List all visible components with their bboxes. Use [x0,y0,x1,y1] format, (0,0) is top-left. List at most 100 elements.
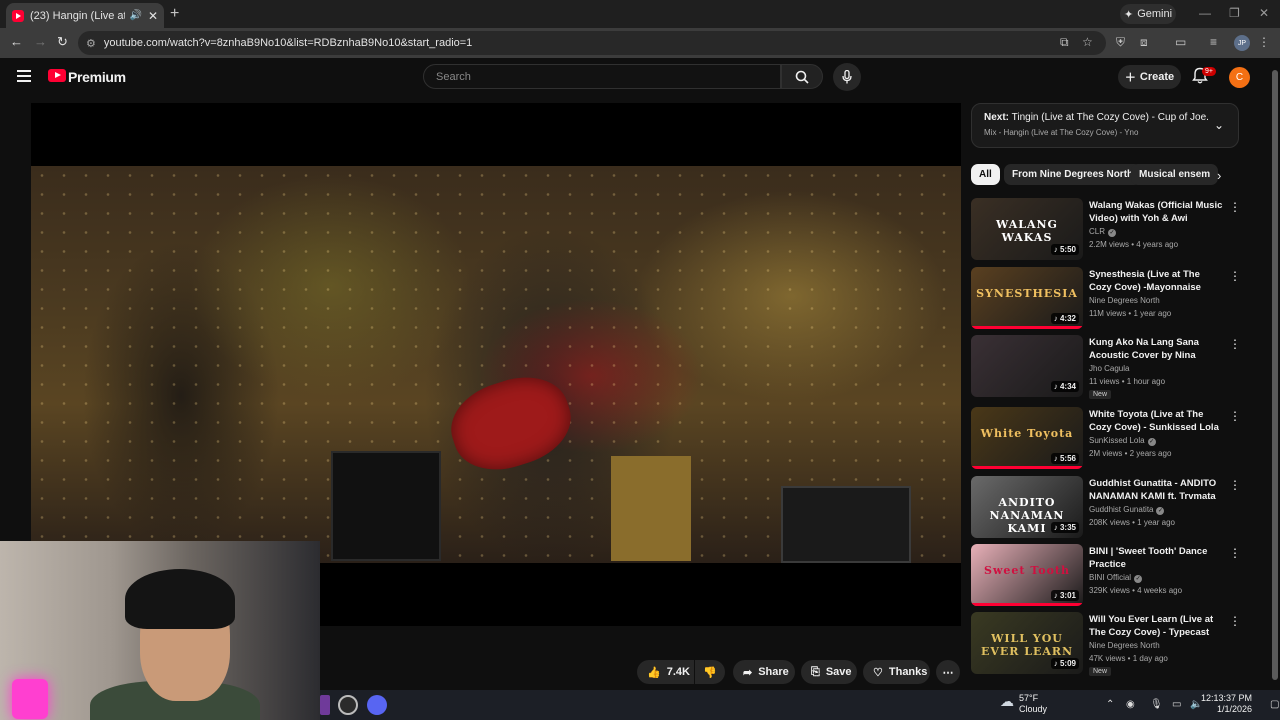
tray-network-icon[interactable]: ◉ [1126,699,1135,710]
more-vertical-icon[interactable]: ⋮ [1229,409,1241,423]
bookmark-star-icon[interactable]: ☆ [1082,35,1093,49]
more-vertical-icon[interactable]: ⋮ [1229,478,1241,492]
forward-icon[interactable]: → [34,34,47,49]
channel-name[interactable]: Nine Degrees North [1089,641,1160,650]
taskbar-app-icon[interactable] [320,695,330,715]
browser-profile-avatar[interactable]: JP [1234,35,1250,51]
notification-center-icon[interactable]: ▢ [1270,699,1279,710]
video-title[interactable]: BINI | 'Sweet Tooth' Dance Practice [1089,545,1224,571]
tray-display-icon[interactable]: ▭ [1172,699,1181,710]
video-thumbnail[interactable]: SYNESTHESIA ♪ 4:32 [971,267,1083,329]
up-next-card[interactable]: Next: Tingin (Live at The Cozy Cove) - C… [971,103,1239,148]
video-thumbnail[interactable]: WALANG WAKAS ♪ 5:50 [971,198,1083,260]
recommendation-item[interactable]: ANDITO NANAMAN KAMI ♪ 3:35 Guddhist Gunati… [971,476,1246,540]
more-vertical-icon[interactable]: ⋮ [1229,546,1241,560]
tray-chevron-up-icon[interactable]: ⌃ [1106,699,1114,710]
video-title[interactable]: Kung Ako Na Lang Sana Acoustic Cover by … [1089,336,1224,362]
video-thumbnail[interactable]: ANDITO NANAMAN KAMI ♪ 3:35 [971,476,1083,538]
chip-all[interactable]: All [971,164,1000,185]
chevron-right-icon[interactable]: › [1217,168,1221,183]
reload-icon[interactable]: ↻ [57,34,68,50]
extensions-icon[interactable]: ⧈ [1140,35,1148,50]
speaker-icon[interactable]: 🔊 [129,10,141,21]
clock-date: 1/1/2026 [1216,704,1252,714]
create-button[interactable]: ＋ Create [1118,65,1181,89]
more-vertical-icon[interactable]: ⋮ [1229,614,1241,628]
site-info-icon[interactable]: ⚙ [86,37,96,50]
recommendation-item[interactable]: SYNESTHESIA ♪ 4:32 Synesthesia (Live at Th… [971,267,1246,331]
channel-name[interactable]: SunKissed Lola ✓ [1089,436,1156,446]
video-title[interactable]: Walang Wakas (Official Music Video) with… [1089,199,1224,225]
recommendation-item[interactable]: ♪ 4:34 Kung Ako Na Lang Sana Acoustic Cov… [971,335,1246,399]
address-bar[interactable]: ⚙ youtube.com/watch?v=8znhaB9No10&list=R… [78,31,1106,55]
watch-progress-bar [971,466,1083,469]
maximize-icon[interactable]: ❐ [1229,6,1240,20]
hamburger-menu-icon[interactable] [17,70,31,82]
chip-musical-ensemble[interactable]: Musical ensem [1131,164,1219,185]
gemini-button[interactable]: ✦ Gemini [1120,4,1176,24]
shield-icon[interactable]: ⛨ [1116,35,1125,50]
menu-dots-icon[interactable]: ⋮ [1258,35,1270,49]
video-thumbnail[interactable]: White Toyota ♪ 5:56 [971,407,1083,469]
verified-check-icon: ✓ [1156,507,1165,515]
browser-tab[interactable]: (23) Hangin (Live at The Cozy Cove) 🔊 ✕ [6,3,164,28]
scrollbar-thumb[interactable] [1272,70,1278,680]
scrollbar[interactable] [1270,58,1280,690]
thumbnail-caption: WALANG WAKAS [996,218,1058,244]
like-button[interactable]: 👍 7.4K [637,660,694,684]
dollar-heart-icon: ♡ [873,666,883,679]
channel-name[interactable]: Nine Degrees North [1089,296,1160,305]
install-app-icon[interactable]: ⧉ [1060,35,1069,50]
video-thumbnail[interactable]: WILL YOU EVER LEARN ♪ 5:09 [971,612,1083,674]
recommendation-item[interactable]: Sweet Tooth ♪ 3:01 BINI | 'Sweet Tooth' Da… [971,544,1246,608]
close-window-icon[interactable]: ✕ [1259,6,1269,20]
youtube-header: Premium Search ＋ Create 9+ C [0,58,1270,96]
youtube-brand[interactable]: Premium [68,69,126,85]
new-badge: New [1089,390,1112,399]
discord-icon[interactable] [367,695,387,715]
channel-name[interactable]: Guddhist Gunatita ✓ [1089,505,1165,515]
weather-widget[interactable]: ☁ 57°F Cloudy [1000,693,1047,715]
video-title[interactable]: Guddhist Gunatita - ANDITO NANAMAN KAMI … [1089,477,1224,503]
recommendation-item[interactable]: WILL YOU EVER LEARN ♪ 5:09 Will You Ever L… [971,612,1246,676]
cast-icon[interactable]: ▭ [1175,35,1186,49]
chip-from-nine-degrees-north[interactable]: From Nine Degrees North [1004,164,1142,185]
more-vertical-icon[interactable]: ⋮ [1229,337,1241,351]
recommendation-item[interactable]: White Toyota ♪ 5:56 White Toyota (Live at … [971,407,1246,471]
close-tab-icon[interactable]: ✕ [148,9,158,23]
more-actions-button[interactable]: ⋯ [936,660,960,684]
media-icon[interactable]: ≡ [1210,35,1217,49]
channel-name[interactable]: CLR ✓ [1089,227,1117,237]
minimize-icon[interactable]: — [1199,6,1211,20]
channel-name-text: BINI Official [1089,573,1132,582]
more-vertical-icon[interactable]: ⋮ [1229,200,1241,214]
search-button[interactable] [781,64,823,89]
system-clock[interactable]: 12:13:37 PM 1/1/2026 [1200,693,1252,715]
taskbar-app-icon[interactable] [338,695,358,715]
dislike-button[interactable]: 👎 [695,660,725,684]
channel-name-text: Guddhist Gunatita [1089,505,1154,514]
account-avatar[interactable]: C [1229,67,1250,88]
recommendation-item[interactable]: WALANG WAKAS ♪ 5:50 Walang Wakas (Official… [971,198,1246,262]
duration-text: 4:32 [1059,314,1076,323]
video-meta: 47K views • 1 day ago [1089,654,1168,663]
back-icon[interactable]: ← [10,34,23,49]
voice-search-button[interactable] [833,63,861,91]
tray-mic-icon[interactable]: 🎙 [1150,699,1163,710]
video-title[interactable]: Synesthesia (Live at The Cozy Cove) -May… [1089,268,1224,294]
video-thumbnail[interactable]: Sweet Tooth ♪ 3:01 [971,544,1083,606]
new-tab-button[interactable]: + [170,5,179,23]
share-button[interactable]: ➦ Share [733,660,795,684]
video-title[interactable]: Will You Ever Learn (Live at The Cozy Co… [1089,613,1224,639]
search-input[interactable]: Search [423,64,781,89]
duration-text: 5:56 [1059,454,1076,463]
youtube-logo-icon[interactable] [48,69,66,82]
more-vertical-icon[interactable]: ⋮ [1229,269,1241,283]
thanks-button[interactable]: ♡ Thanks [863,660,930,684]
channel-name[interactable]: BINI Official ✓ [1089,573,1143,583]
video-title[interactable]: White Toyota (Live at The Cozy Cove) - S… [1089,408,1224,434]
save-button[interactable]: ⎘ Save [801,660,857,684]
video-thumbnail[interactable]: ♪ 4:34 [971,335,1083,397]
channel-name[interactable]: Jho Cagula [1089,364,1129,373]
chevron-down-icon[interactable]: ⌄ [1214,118,1224,132]
